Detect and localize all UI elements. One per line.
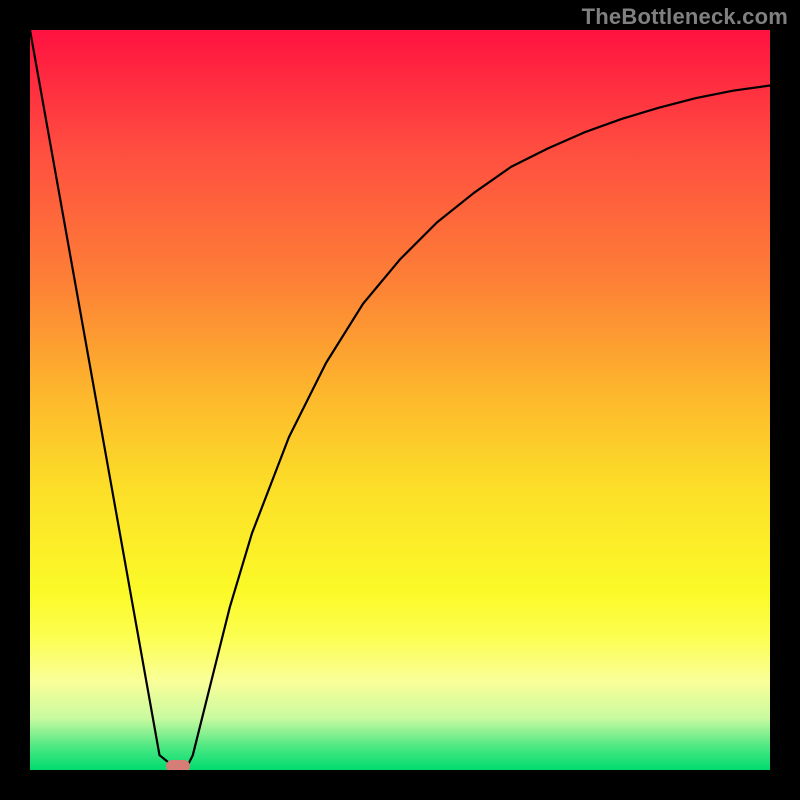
frame-left	[0, 0, 30, 800]
bottleneck-curve	[30, 30, 770, 770]
plot-svg	[30, 30, 770, 770]
chart-stage: TheBottleneck.com	[0, 0, 800, 800]
plot-area	[30, 30, 770, 770]
watermark-text: TheBottleneck.com	[582, 4, 788, 30]
frame-right	[770, 0, 800, 800]
frame-bottom	[0, 770, 800, 800]
